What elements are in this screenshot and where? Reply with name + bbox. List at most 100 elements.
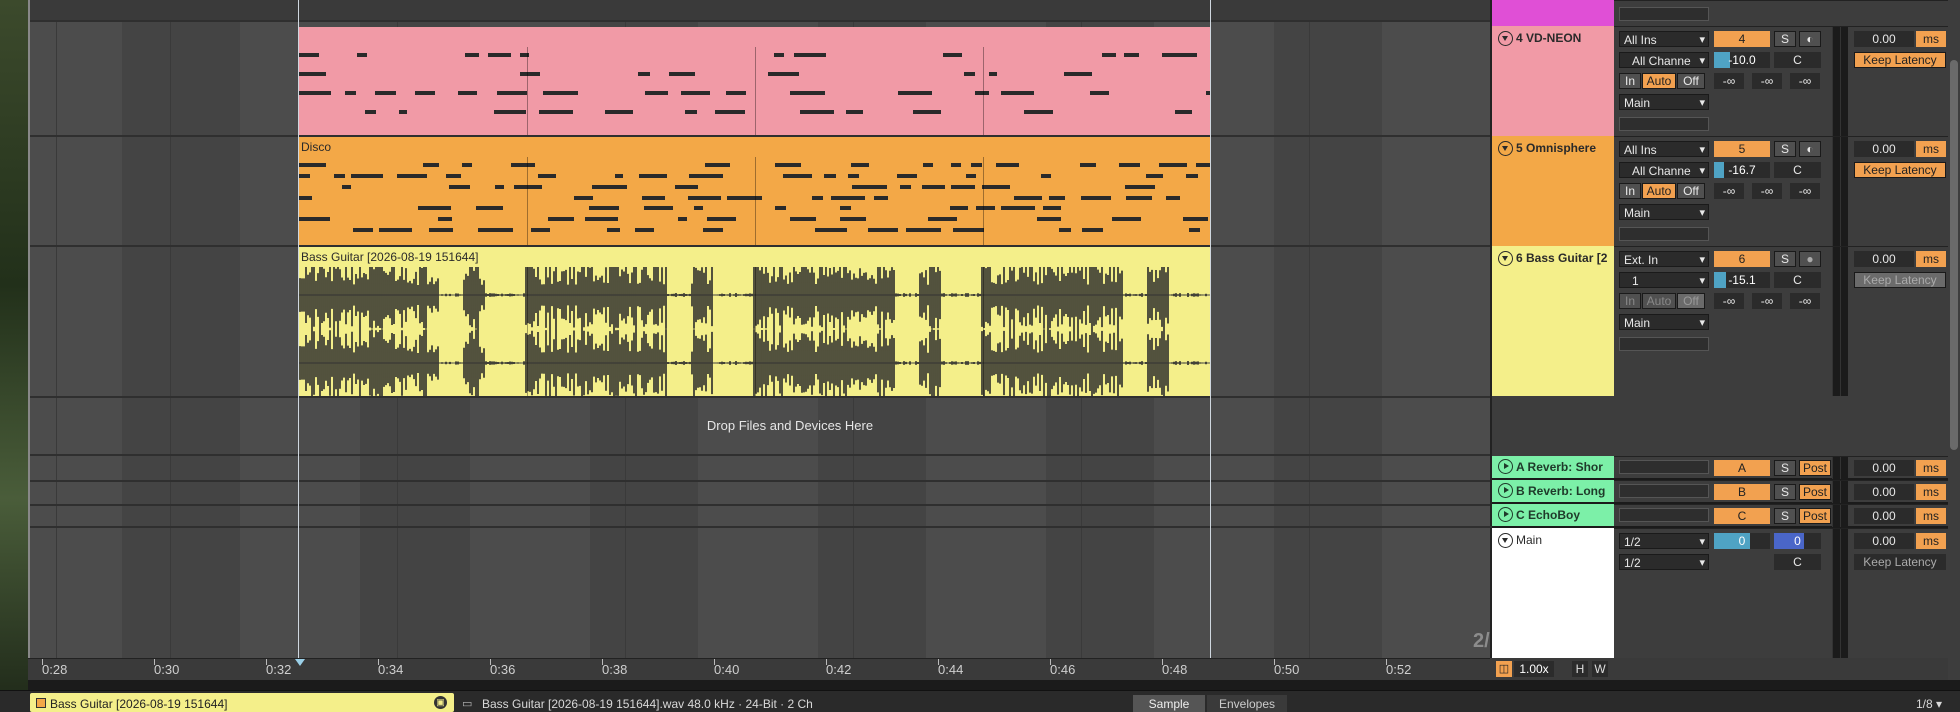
midi-clip-disco[interactable]: Disco [298, 137, 1210, 245]
clip-name[interactable]: Bass Guitar [2026-08-19 151644] [50, 697, 227, 711]
main-pan-field[interactable]: C [1774, 554, 1821, 570]
return-activator-button[interactable]: C [1714, 508, 1770, 524]
zoom-value-field[interactable]: 1.00x [1514, 661, 1554, 677]
volume-field[interactable]: -16.7 [1714, 162, 1770, 178]
solo-button[interactable]: S [1774, 31, 1796, 47]
track-name[interactable]: 6 Bass Guitar [2 [1516, 251, 1612, 265]
input-channel-dropdown[interactable]: 1 [1619, 272, 1709, 288]
monitor-auto-button[interactable]: Auto [1642, 73, 1676, 89]
keep-latency-button[interactable]: Keep Latency [1854, 272, 1946, 288]
vertical-scrollbar[interactable] [1948, 0, 1960, 680]
keep-latency-button[interactable]: Keep Latency [1854, 52, 1946, 68]
fold-icon[interactable] [1498, 251, 1513, 266]
loop-start-marker[interactable] [298, 0, 299, 660]
input-channel-dropdown[interactable]: All Channe [1619, 162, 1709, 178]
track-delay-field[interactable]: 0.00 [1854, 484, 1914, 500]
play-icon[interactable] [1498, 507, 1513, 522]
main-volume-field[interactable]: 0 [1714, 533, 1770, 549]
play-icon[interactable] [1498, 483, 1513, 498]
record-arm-button[interactable]: ◐ [1799, 31, 1821, 47]
track-activator-button[interactable]: 4 [1714, 31, 1770, 47]
post-button[interactable]: Post [1799, 484, 1831, 500]
empty-slot[interactable] [1619, 460, 1709, 474]
monitor-off-button[interactable]: Off [1677, 73, 1705, 89]
track-header-vd-neon[interactable]: 4 VD-NEON [1490, 26, 1614, 136]
monitor-in-button[interactable]: In [1619, 73, 1641, 89]
monitor-off-button[interactable]: Off [1677, 183, 1705, 199]
return-header-a[interactable]: A Reverb: Shor [1490, 456, 1614, 478]
return-activator-button[interactable]: A [1714, 460, 1770, 476]
track-header-3[interactable] [1490, 0, 1614, 26]
record-arm-button[interactable]: ◐ [1799, 141, 1821, 157]
playhead-marker[interactable] [295, 659, 305, 666]
solo-button[interactable]: S [1774, 484, 1796, 500]
pan-field[interactable]: C [1774, 272, 1821, 288]
return-name[interactable]: A Reverb: Shor [1516, 460, 1612, 474]
delay-unit-button[interactable]: ms [1916, 533, 1946, 549]
audio-clip-bass-guitar[interactable]: Bass Guitar [2026-08-19 151644] [298, 247, 1210, 396]
arrangement-view[interactable]: Disco Bass Guitar [2026-08-19 151644] Dr… [28, 0, 1501, 680]
track-name[interactable]: 4 VD-NEON [1516, 31, 1612, 45]
empty-slot[interactable] [1619, 117, 1709, 131]
track-delay-field[interactable]: 0.00 [1854, 31, 1914, 47]
solo-button[interactable]: S [1774, 251, 1796, 267]
tab-sample[interactable]: Sample [1133, 695, 1205, 712]
empty-slot[interactable] [1619, 484, 1709, 498]
record-arm-button[interactable]: ● [1799, 251, 1821, 267]
output-dropdown[interactable]: Main [1619, 314, 1709, 330]
track-activator-button[interactable]: 6 [1714, 251, 1770, 267]
cue-volume-field[interactable]: 0 [1774, 533, 1821, 549]
monitor-auto-button[interactable]: Auto [1642, 183, 1676, 199]
delay-unit-button[interactable]: ms [1916, 460, 1946, 476]
scrollbar-thumb[interactable] [1950, 60, 1958, 450]
delay-unit-button[interactable]: ms [1916, 484, 1946, 500]
delay-unit-button[interactable]: ms [1916, 251, 1946, 267]
keep-latency-button[interactable]: Keep Latency [1854, 162, 1946, 178]
track-activator-button[interactable]: 5 [1714, 141, 1770, 157]
monitor-auto-button[interactable]: Auto [1642, 293, 1676, 309]
pan-field[interactable]: C [1774, 52, 1821, 68]
post-button[interactable]: Post [1799, 508, 1831, 524]
track-delay-field[interactable]: 0.00 [1854, 141, 1914, 157]
return-header-b[interactable]: B Reverb: Long [1490, 480, 1614, 502]
monitor-in-button[interactable]: In [1619, 183, 1641, 199]
output-dropdown[interactable]: Main [1619, 94, 1709, 110]
solo-button[interactable]: S [1774, 141, 1796, 157]
time-ruler[interactable]: 0:28 0:30 0:32 0:34 0:36 0:38 0:40 0:42 … [28, 658, 1490, 680]
zoom-width-button[interactable]: W [1592, 661, 1608, 677]
drop-area-header[interactable] [1490, 396, 1960, 456]
clip-color-icon[interactable] [36, 698, 46, 708]
track-delay-field[interactable]: 0.00 [1854, 251, 1914, 267]
play-icon[interactable] [1498, 459, 1513, 474]
delay-unit-button[interactable]: ms [1916, 508, 1946, 524]
midi-clip-vd-neon[interactable] [298, 27, 1210, 135]
track-header-omnisphere[interactable]: 5 Omnisphere [1490, 136, 1614, 246]
fold-icon[interactable] [1498, 31, 1513, 46]
fold-icon[interactable] [1498, 533, 1513, 548]
track-delay-field[interactable]: 0.00 [1854, 460, 1914, 476]
main-track-name[interactable]: Main [1516, 533, 1612, 547]
pan-field[interactable]: C [1774, 162, 1821, 178]
lock-icon[interactable]: ▣ [434, 696, 447, 709]
loop-end-marker[interactable] [1210, 0, 1211, 660]
input-type-dropdown[interactable]: All Ins [1619, 31, 1709, 47]
empty-slot[interactable] [1619, 337, 1709, 351]
delay-unit-button[interactable]: ms [1916, 31, 1946, 47]
return-activator-button[interactable]: B [1714, 484, 1770, 500]
cue-output-dropdown[interactable]: 1/2 [1619, 554, 1709, 570]
drop-zone-label[interactable]: Drop Files and Devices Here [675, 418, 905, 433]
zoom-height-button[interactable]: H [1572, 661, 1588, 677]
track-header-bass-guitar[interactable]: 6 Bass Guitar [2 [1490, 246, 1614, 396]
output-dropdown[interactable]: Main [1619, 204, 1709, 220]
track-3-lane[interactable] [30, 0, 1492, 20]
fold-icon[interactable] [1498, 141, 1513, 156]
input-channel-dropdown[interactable]: All Channe [1619, 52, 1709, 68]
return-name[interactable]: C EchoBoy [1516, 508, 1612, 522]
return-header-c[interactable]: C EchoBoy [1490, 504, 1614, 526]
post-button[interactable]: Post [1799, 460, 1831, 476]
delay-unit-button[interactable]: ms [1916, 141, 1946, 157]
volume-field[interactable]: -10.0 [1714, 52, 1770, 68]
track-delay-field[interactable]: 0.00 [1854, 508, 1914, 524]
monitor-in-button[interactable]: In [1619, 293, 1641, 309]
return-name[interactable]: B Reverb: Long [1516, 484, 1612, 498]
